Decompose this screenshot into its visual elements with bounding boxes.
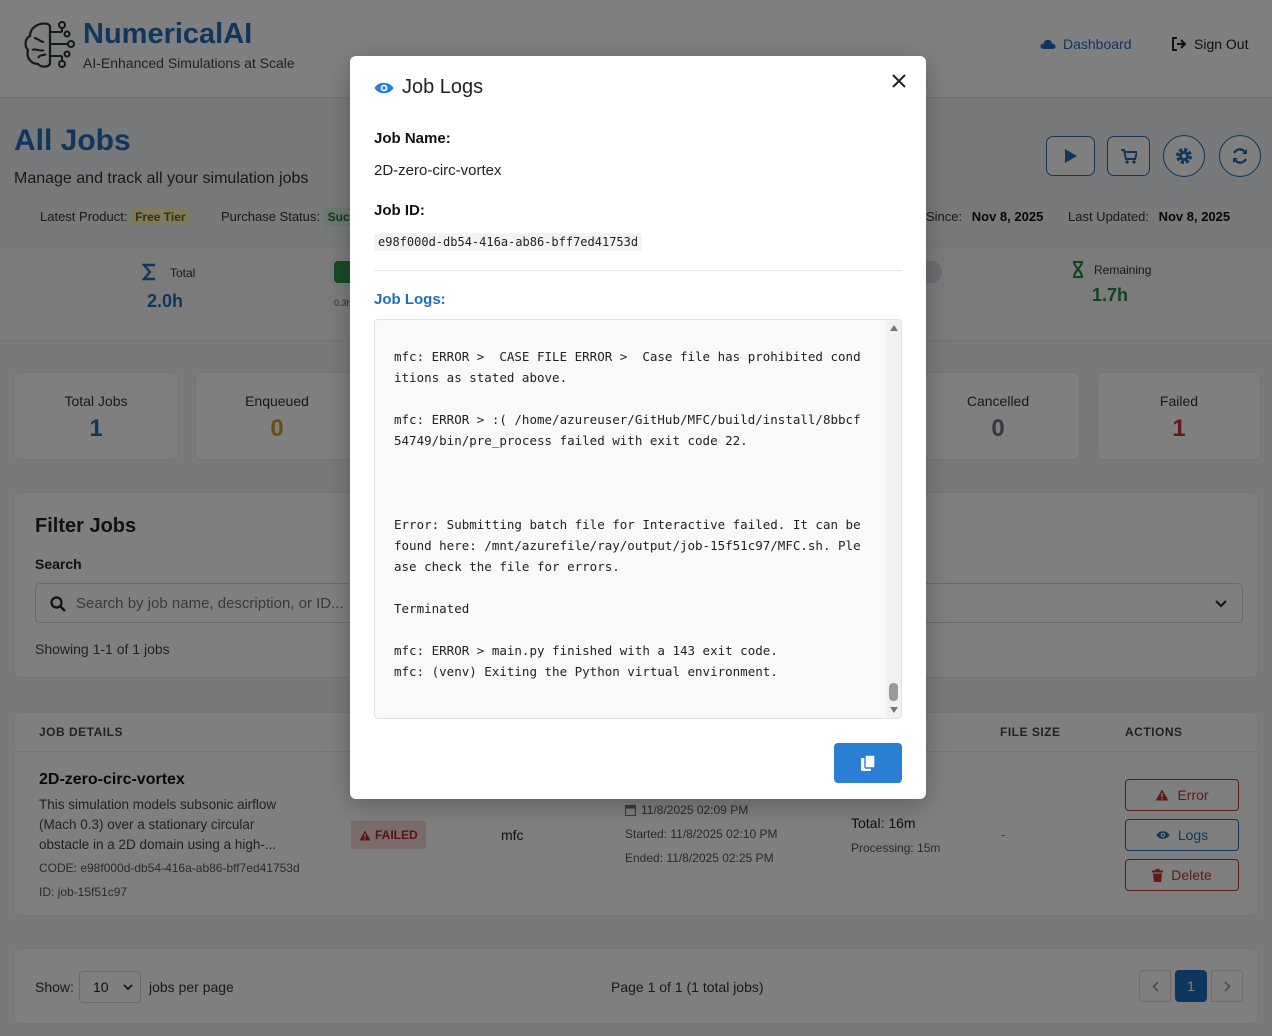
- job-name-value: 2D-zero-circ-vortex: [374, 162, 502, 179]
- job-logs-modal: Job Logs Job Name: 2D-zero-circ-vortex J…: [350, 56, 926, 799]
- job-name-label: Job Name:: [374, 130, 451, 147]
- modal-close-button[interactable]: [888, 70, 910, 92]
- scroll-down-arrow-icon[interactable]: [890, 707, 898, 713]
- job-id-label: Job ID:: [374, 202, 425, 219]
- job-logs-label: Job Logs:: [374, 291, 446, 308]
- log-text: mfc: ERROR > CASE FILE ERROR > Case file…: [394, 349, 861, 679]
- log-output[interactable]: mfc: ERROR > CASE FILE ERROR > Case file…: [374, 319, 902, 719]
- scroll-thumb[interactable]: [889, 683, 898, 701]
- log-scrollbar[interactable]: [886, 320, 901, 718]
- close-icon: [892, 74, 906, 88]
- modal-divider: [374, 270, 902, 271]
- modal-title: Job Logs: [374, 76, 483, 99]
- eye-icon: [374, 82, 394, 93]
- modal-title-text: Job Logs: [402, 76, 484, 98]
- job-id-value: e98f000d-db54-416a-ab86-bff7ed41753d: [374, 233, 643, 251]
- scroll-up-arrow-icon[interactable]: [890, 325, 898, 331]
- copy-icon: [861, 754, 876, 771]
- copy-logs-button[interactable]: [834, 743, 902, 783]
